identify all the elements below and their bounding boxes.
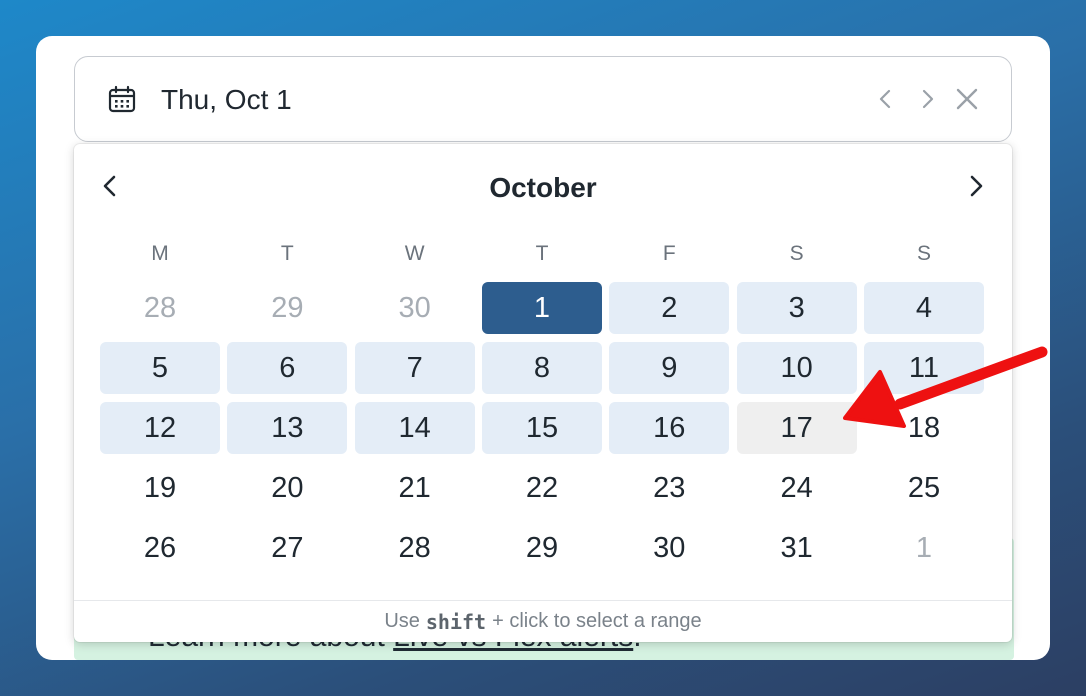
day-grid: 28 29 30 1 2 3 4 5 6 7 8 9 10 11 12 13 14 15 16 17 18 19 20 21 2…	[100, 282, 984, 574]
day-cell[interactable]: 18	[864, 402, 984, 454]
day-cell[interactable]: 31	[737, 522, 857, 574]
date-input[interactable]: Thu, Oct 1	[74, 56, 1012, 142]
weekday-label: M	[151, 242, 169, 265]
day-cell[interactable]: 28	[100, 282, 220, 334]
hint-key: shift	[425, 609, 487, 634]
weekday-header: MTWTFSS	[100, 242, 984, 266]
day-cell[interactable]: 17	[736, 402, 857, 454]
day-cell[interactable]: 28	[355, 522, 475, 574]
hint-prefix: Use	[384, 610, 420, 632]
weekday-label: T	[535, 242, 549, 265]
month-title: October	[489, 172, 597, 203]
day-cell[interactable]: 21	[355, 462, 475, 514]
day-cell[interactable]: 1	[864, 522, 984, 574]
day-cell[interactable]: 19	[100, 462, 220, 514]
day-cell[interactable]: 7	[354, 342, 475, 394]
day-cell[interactable]: 24	[737, 462, 857, 514]
day-cell[interactable]: 16	[609, 402, 730, 454]
day-cell[interactable]: 14	[354, 402, 475, 454]
day-cell[interactable]: 3	[736, 282, 857, 334]
day-cell[interactable]: 25	[864, 462, 984, 514]
next-month-button[interactable]	[962, 172, 990, 200]
day-cell[interactable]: 9	[609, 342, 730, 394]
weekday-label: S	[916, 242, 931, 265]
hint-suffix: + click to select a range	[492, 610, 702, 632]
weekday-label: T	[280, 242, 294, 265]
day-cell[interactable]: 10	[736, 342, 857, 394]
date-value: Thu, Oct 1	[161, 84, 292, 115]
calendar-popover: October MTWTFSS 28 29 30 1 2 3 4 5 6 7 8 9 10 11 12 13 1…	[74, 144, 1012, 642]
day-cell[interactable]: 15	[481, 402, 602, 454]
close-icon[interactable]	[953, 85, 981, 113]
calendar-icon	[108, 85, 136, 113]
day-cell[interactable]: 11	[863, 342, 984, 394]
range-hint: Use shift + click to select a range	[74, 600, 1012, 642]
day-cell[interactable]: 5	[100, 342, 220, 394]
day-cell[interactable]: 22	[482, 462, 602, 514]
day-cell[interactable]: 30	[355, 282, 475, 334]
weekday-label: W	[404, 242, 425, 265]
day-cell[interactable]: 1	[481, 282, 602, 334]
chevron-right-icon[interactable]	[913, 85, 941, 113]
dialog-card: Learn more about Live vs Flex alerts. Th…	[36, 36, 1050, 660]
day-cell[interactable]: 30	[609, 522, 729, 574]
day-cell[interactable]: 26	[100, 522, 220, 574]
day-cell[interactable]: 2	[609, 282, 730, 334]
weekday-label: F	[662, 242, 676, 265]
weekday-label: S	[789, 242, 804, 265]
day-cell[interactable]: 13	[227, 402, 348, 454]
chevron-left-icon[interactable]	[872, 85, 900, 113]
day-cell[interactable]: 29	[227, 282, 347, 334]
day-cell[interactable]: 23	[609, 462, 729, 514]
day-cell[interactable]: 27	[227, 522, 347, 574]
day-cell[interactable]: 4	[863, 282, 984, 334]
day-cell[interactable]: 12	[100, 402, 220, 454]
day-cell[interactable]: 29	[482, 522, 602, 574]
day-cell[interactable]: 8	[481, 342, 602, 394]
day-cell[interactable]: 20	[227, 462, 347, 514]
day-cell[interactable]: 6	[227, 342, 348, 394]
